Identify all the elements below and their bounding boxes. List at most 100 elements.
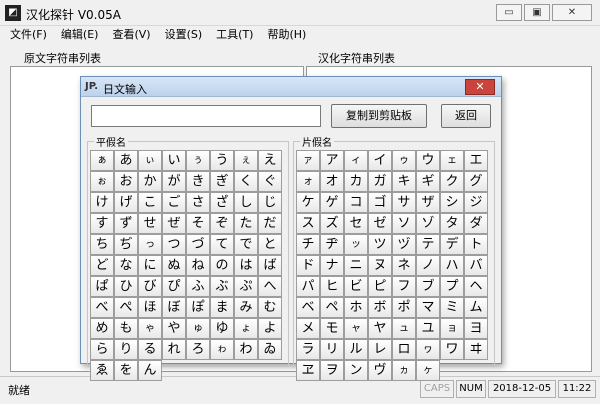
katakana-key[interactable]: ユ [416,318,440,339]
hiragana-key[interactable]: か [138,171,162,192]
katakana-key[interactable]: デ [440,234,464,255]
hiragana-key[interactable]: れ [162,339,186,360]
hiragana-key[interactable]: い [162,150,186,171]
katakana-key[interactable]: ャ [344,318,368,339]
katakana-key[interactable]: ヌ [368,255,392,276]
hiragana-key[interactable]: ぷ [234,276,258,297]
katakana-key[interactable]: ニ [344,255,368,276]
katakana-key[interactable]: ト [464,234,488,255]
hiragana-key[interactable]: ぜ [162,213,186,234]
katakana-key[interactable]: エ [464,150,488,171]
katakana-key[interactable]: ス [296,213,320,234]
katakana-key[interactable]: ノ [416,255,440,276]
katakana-key[interactable]: ギ [416,171,440,192]
katakana-key[interactable]: グ [464,171,488,192]
hiragana-key[interactable]: ぁ [90,150,114,171]
katakana-key[interactable]: ナ [320,255,344,276]
katakana-key[interactable]: ミ [440,297,464,318]
hiragana-key[interactable]: き [186,171,210,192]
hiragana-key[interactable]: ん [138,360,162,381]
hiragana-key[interactable]: む [258,297,282,318]
hiragana-key[interactable]: に [138,255,162,276]
japanese-text-input[interactable] [91,105,321,127]
hiragana-key[interactable]: せ [138,213,162,234]
hiragana-key[interactable]: ぎ [210,171,234,192]
katakana-key[interactable]: ズ [320,213,344,234]
hiragana-key[interactable]: つ [162,234,186,255]
katakana-key[interactable]: ソ [392,213,416,234]
katakana-key[interactable]: ジ [464,192,488,213]
hiragana-key[interactable]: ぐ [258,171,282,192]
hiragana-key[interactable]: て [210,234,234,255]
hiragana-key[interactable]: ゃ [138,318,162,339]
katakana-key[interactable]: ケ [296,192,320,213]
hiragana-key[interactable]: っ [138,234,162,255]
hiragana-key[interactable]: ご [162,192,186,213]
hiragana-key[interactable]: ぱ [90,276,114,297]
katakana-key[interactable]: ア [320,150,344,171]
hiragana-key[interactable]: ば [258,255,282,276]
katakana-key[interactable]: ヂ [320,234,344,255]
katakana-key[interactable]: オ [320,171,344,192]
katakana-key[interactable]: テ [416,234,440,255]
hiragana-key[interactable]: え [258,150,282,171]
hiragana-key[interactable]: も [114,318,138,339]
katakana-key[interactable]: ホ [344,297,368,318]
hiragana-key[interactable]: ぢ [114,234,138,255]
katakana-key[interactable]: ゥ [392,150,416,171]
katakana-key[interactable]: キ [392,171,416,192]
katakana-key[interactable]: ヱ [296,360,320,381]
katakana-key[interactable]: ゲ [320,192,344,213]
katakana-key[interactable]: ワ [440,339,464,360]
katakana-key[interactable]: ツ [368,234,392,255]
katakana-key[interactable]: ォ [296,171,320,192]
hiragana-key[interactable]: お [114,171,138,192]
hiragana-key[interactable]: し [234,192,258,213]
hiragana-key[interactable]: ぃ [138,150,162,171]
katakana-key[interactable]: ヤ [368,318,392,339]
hiragana-key[interactable]: ざ [210,192,234,213]
katakana-key[interactable]: ガ [368,171,392,192]
katakana-key[interactable]: パ [296,276,320,297]
hiragana-key[interactable]: あ [114,150,138,171]
menu-tools[interactable]: 工具(T) [216,26,253,44]
hiragana-key[interactable]: ぬ [162,255,186,276]
hiragana-key[interactable]: ゎ [210,339,234,360]
hiragana-key[interactable]: ど [90,255,114,276]
hiragana-key[interactable]: び [138,276,162,297]
hiragana-key[interactable]: ぺ [114,297,138,318]
hiragana-key[interactable]: く [234,171,258,192]
menu-settings[interactable]: 设置(S) [165,26,203,44]
menu-help[interactable]: 帮助(H) [267,26,306,44]
hiragana-key[interactable]: や [162,318,186,339]
hiragana-key[interactable]: こ [138,192,162,213]
hiragana-key[interactable]: だ [258,213,282,234]
copy-to-clipboard-button[interactable]: 复制到剪贴板 [331,104,427,128]
katakana-key[interactable]: ヘ [464,276,488,297]
minimize-button[interactable]: ▭ [496,4,522,21]
hiragana-key[interactable]: ら [90,339,114,360]
dialog-close-button[interactable]: ✕ [465,79,495,95]
katakana-key[interactable]: ザ [416,192,440,213]
katakana-key[interactable]: フ [392,276,416,297]
katakana-key[interactable]: ァ [296,150,320,171]
hiragana-key[interactable]: な [114,255,138,276]
close-button[interactable]: ✕ [552,4,592,21]
hiragana-key[interactable]: そ [186,213,210,234]
katakana-key[interactable]: カ [344,171,368,192]
hiragana-key[interactable]: が [162,171,186,192]
hiragana-key[interactable]: ね [186,255,210,276]
hiragana-key[interactable]: で [234,234,258,255]
katakana-key[interactable]: マ [416,297,440,318]
hiragana-key[interactable]: げ [114,192,138,213]
katakana-key[interactable]: ョ [440,318,464,339]
katakana-key[interactable]: メ [296,318,320,339]
dialog-titlebar[interactable]: JP. 日文输入 ✕ [81,77,501,97]
katakana-key[interactable]: タ [440,213,464,234]
hiragana-key[interactable]: の [210,255,234,276]
hiragana-key[interactable]: る [138,339,162,360]
katakana-key[interactable]: モ [320,318,344,339]
hiragana-key[interactable]: ゅ [186,318,210,339]
katakana-key[interactable]: ド [296,255,320,276]
hiragana-key[interactable]: じ [258,192,282,213]
